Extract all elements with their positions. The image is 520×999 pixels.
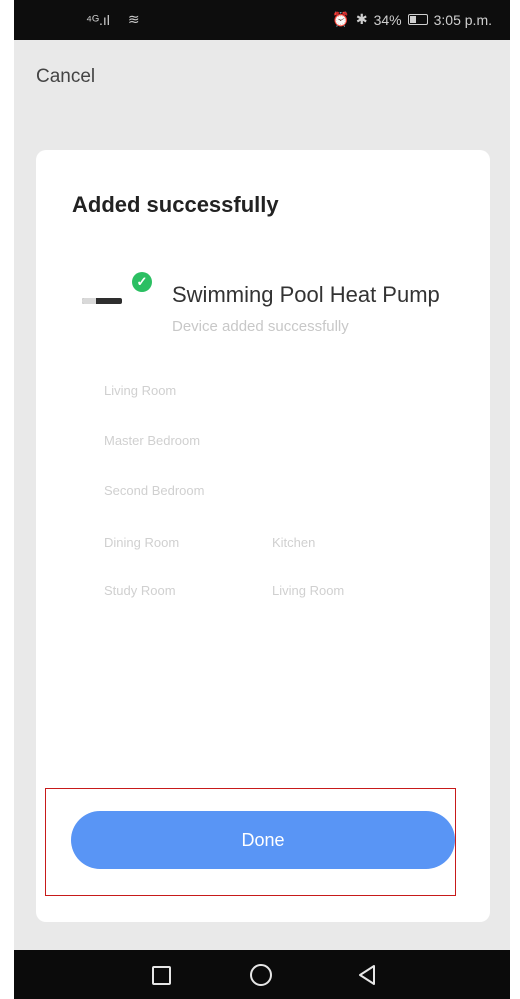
done-button[interactable]: Done — [71, 811, 455, 869]
room-option[interactable]: Dining Room — [90, 527, 193, 558]
status-bar: ⁴ᴳ.ıl ≋ ⏰ ✱ 34% 3:05 p.m. — [14, 0, 510, 40]
room-option[interactable]: Second Bedroom — [90, 475, 218, 506]
room-option[interactable]: Study Room — [90, 575, 190, 606]
status-left: ⁴ᴳ.ıl ≋ — [86, 11, 140, 28]
cancel-button[interactable]: Cancel — [36, 66, 95, 88]
alarm-icon: ⏰ — [332, 11, 350, 27]
device-name: Swimming Pool Heat Pump — [172, 282, 440, 307]
page-title: Added successfully — [72, 192, 279, 217]
recent-apps-icon[interactable] — [148, 962, 174, 988]
room-option[interactable]: Kitchen — [258, 527, 329, 558]
room-option[interactable]: Master Bedroom — [90, 425, 214, 456]
home-icon[interactable] — [248, 962, 274, 988]
phone-screen: ⁴ᴳ.ıl ≋ ⏰ ✱ 34% 3:05 p.m. Cancel Added s… — [14, 0, 510, 999]
device-row: ✓ Swimming Pool Heat Pump Device added s… — [82, 266, 482, 346]
status-right: ⏰ ✱ 34% 3:05 p.m. — [332, 11, 492, 28]
room-option[interactable]: Living Room — [258, 575, 358, 606]
check-icon: ✓ — [132, 272, 152, 292]
clock: 3:05 p.m. — [433, 11, 492, 28]
heat-pump-icon — [82, 294, 122, 310]
wifi-icon: ≋ — [127, 11, 140, 27]
battery-icon — [407, 14, 428, 25]
battery-percent: 34% — [373, 11, 402, 28]
navigation-bar — [14, 950, 510, 999]
success-card: Added successfully ✓ Swimming Pool Heat … — [36, 150, 490, 922]
bluetooth-icon: ✱ — [355, 11, 368, 27]
back-icon[interactable] — [354, 962, 380, 988]
room-option[interactable]: Living Room — [90, 375, 190, 406]
signal-icon: ⁴ᴳ.ıl — [86, 11, 110, 28]
device-status: Device added successfully — [172, 318, 349, 335]
